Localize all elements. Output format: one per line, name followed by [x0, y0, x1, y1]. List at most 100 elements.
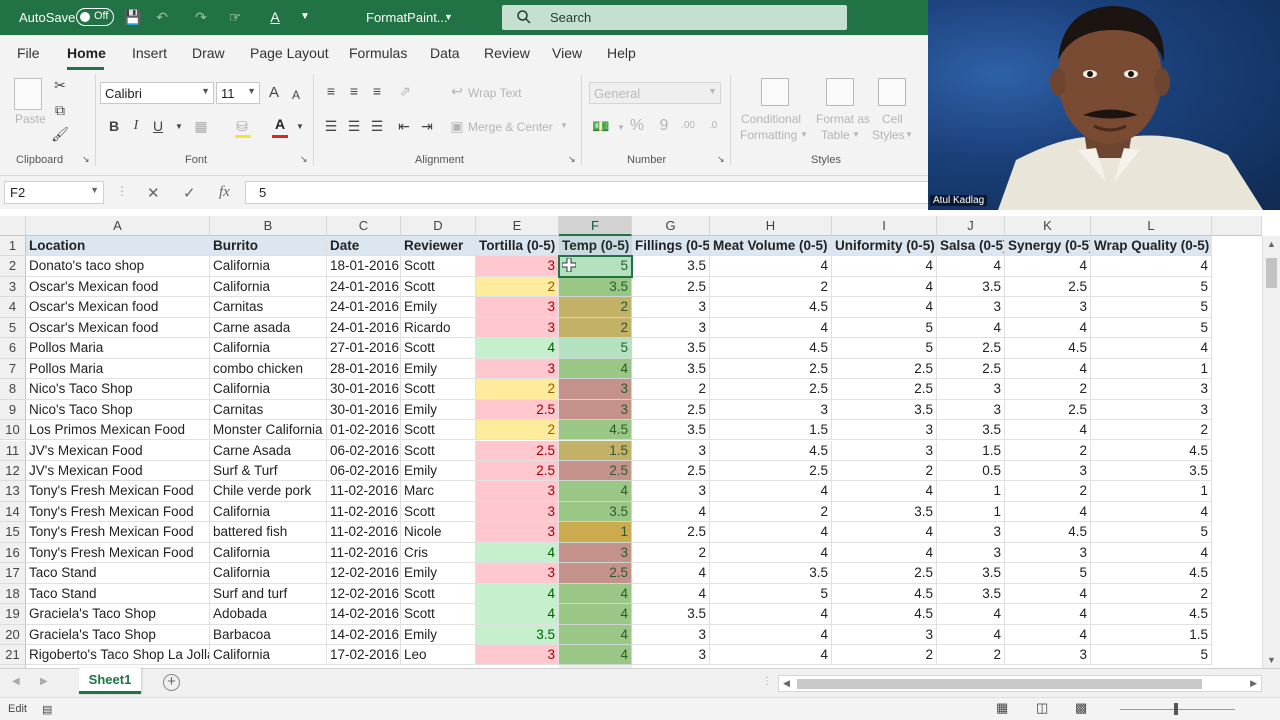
- table-cell[interactable]: battered fish: [210, 522, 327, 543]
- table-cell[interactable]: 4.5: [710, 338, 832, 359]
- format-as-table-icon[interactable]: [826, 78, 854, 106]
- table-cell[interactable]: Marc: [401, 481, 476, 502]
- merge-center-button[interactable]: Merge & Center: [468, 120, 553, 134]
- table-cell[interactable]: 3.5: [937, 583, 1005, 605]
- table-cell[interactable]: 3.5: [937, 420, 1005, 441]
- table-cell[interactable]: Scott: [401, 379, 476, 400]
- table-cell[interactable]: 14-02-2016: [327, 624, 401, 645]
- table-header-cell[interactable]: Synergy (0-5): [1005, 236, 1091, 257]
- table-cell[interactable]: Oscar's Mexican food: [26, 297, 210, 318]
- table-cell[interactable]: 4: [476, 542, 559, 564]
- table-cell[interactable]: 4: [1091, 256, 1212, 277]
- row-header[interactable]: 6: [0, 338, 26, 359]
- table-cell[interactable]: 3: [1005, 645, 1091, 666]
- wrap-text-icon[interactable]: ↩: [448, 82, 466, 100]
- column-header[interactable]: G: [632, 216, 710, 236]
- table-cell[interactable]: 4: [710, 256, 832, 277]
- table-cell[interactable]: 3.5: [632, 338, 710, 359]
- table-cell[interactable]: 2.5: [632, 460, 710, 482]
- table-header-cell[interactable]: Fillings (0-5): [632, 236, 710, 257]
- format-painter-icon[interactable]: 🖌: [51, 125, 69, 143]
- table-cell[interactable]: 2: [832, 645, 937, 666]
- formula-input[interactable]: 5: [245, 181, 928, 204]
- tab-formulas[interactable]: Formulas: [349, 45, 407, 61]
- table-cell[interactable]: 3: [832, 420, 937, 441]
- column-header[interactable]: K: [1005, 216, 1091, 236]
- align-middle-icon[interactable]: ≡: [345, 82, 363, 100]
- table-cell[interactable]: 4: [559, 583, 632, 605]
- table-cell[interactable]: 3: [937, 297, 1005, 318]
- table-cell[interactable]: Emily: [401, 297, 476, 318]
- table-cell[interactable]: 5: [1091, 297, 1212, 318]
- bold-button[interactable]: B: [105, 117, 123, 135]
- table-cell[interactable]: 4: [832, 297, 937, 318]
- table-cell[interactable]: Tony's Fresh Mexican Food: [26, 481, 210, 502]
- row-header[interactable]: 9: [0, 399, 26, 421]
- table-cell[interactable]: 4: [710, 522, 832, 543]
- table-cell[interactable]: Taco Stand: [26, 563, 210, 584]
- table-cell[interactable]: 11-02-2016: [327, 501, 401, 523]
- table-header-cell[interactable]: Reviewer: [401, 236, 476, 257]
- table-cell[interactable]: Taco Stand: [26, 583, 210, 605]
- align-right-icon[interactable]: ☰: [368, 117, 386, 135]
- table-cell[interactable]: 2.5: [1005, 276, 1091, 298]
- table-cell[interactable]: 2: [937, 645, 1005, 666]
- table-cell[interactable]: California: [210, 542, 327, 564]
- search-box[interactable]: Search: [502, 5, 847, 30]
- table-cell[interactable]: 3.5: [1091, 460, 1212, 482]
- table-cell[interactable]: 3.5: [632, 604, 710, 625]
- font-launcher-icon[interactable]: ↘: [300, 154, 308, 165]
- table-cell[interactable]: 4: [937, 256, 1005, 277]
- table-header-cell[interactable]: Salsa (0-5): [937, 236, 1005, 257]
- number-format-select[interactable]: General ▼: [589, 82, 721, 104]
- alignment-launcher-icon[interactable]: ↘: [568, 154, 576, 165]
- table-cell[interactable]: 4: [476, 338, 559, 359]
- table-cell[interactable]: 2.5: [710, 460, 832, 482]
- increase-font-icon[interactable]: A: [265, 84, 283, 102]
- table-cell[interactable]: 3: [710, 399, 832, 421]
- orientation-icon[interactable]: ⇗: [396, 82, 414, 100]
- table-cell[interactable]: 3.5: [937, 563, 1005, 584]
- table-cell[interactable]: 3: [476, 563, 559, 584]
- filename-dropdown-icon[interactable]: ▼: [444, 12, 453, 22]
- table-cell[interactable]: 3: [1005, 460, 1091, 482]
- table-cell[interactable]: Scott: [401, 604, 476, 625]
- table-header-cell[interactable]: Uniformity (0-5): [832, 236, 937, 257]
- table-cell[interactable]: 3.5: [559, 276, 632, 298]
- table-cell[interactable]: 5: [710, 583, 832, 605]
- table-cell[interactable]: 4: [937, 604, 1005, 625]
- row-header[interactable]: 15: [0, 522, 26, 543]
- table-cell[interactable]: 4.5: [1091, 440, 1212, 461]
- table-cell[interactable]: 11-02-2016: [327, 522, 401, 543]
- table-cell[interactable]: 4: [632, 583, 710, 605]
- table-cell[interactable]: 4: [476, 604, 559, 625]
- touch-mode-icon[interactable]: ☞: [226, 8, 244, 26]
- scroll-right-icon[interactable]: ▶: [1250, 678, 1257, 689]
- table-cell[interactable]: 3: [1091, 379, 1212, 400]
- table-cell[interactable]: 4: [1005, 604, 1091, 625]
- table-cell[interactable]: 2.5: [710, 358, 832, 380]
- table-cell[interactable]: Cris: [401, 542, 476, 564]
- worksheet-grid[interactable]: A B C D E F G H I J K L 1 Location Burrito Date Reviewer…: [0, 216, 1280, 668]
- table-cell[interactable]: 5: [1091, 276, 1212, 298]
- table-cell[interactable]: 3.5: [476, 624, 559, 645]
- table-header-cell[interactable]: Meat Volume (0-5): [710, 236, 832, 257]
- underline-button[interactable]: U: [149, 117, 167, 135]
- table-cell[interactable]: 30-01-2016: [327, 379, 401, 400]
- vertical-scrollbar[interactable]: ▲ ▼: [1262, 236, 1280, 668]
- table-cell[interactable]: 4: [710, 604, 832, 625]
- table-cell[interactable]: 30-01-2016: [327, 399, 401, 421]
- table-cell[interactable]: 4: [1005, 317, 1091, 339]
- table-cell[interactable]: 2: [1091, 583, 1212, 605]
- table-cell[interactable]: Chile verde pork: [210, 481, 327, 502]
- table-cell[interactable]: 4.5: [1091, 563, 1212, 584]
- table-cell[interactable]: 2.5: [559, 563, 632, 584]
- table-cell[interactable]: 4: [1005, 583, 1091, 605]
- fill-color-icon[interactable]: ⛁: [233, 117, 251, 135]
- table-cell[interactable]: 4: [710, 645, 832, 666]
- decrease-decimal-icon[interactable]: .0: [704, 117, 722, 135]
- wrap-text-button[interactable]: Wrap Text: [468, 86, 522, 100]
- table-header-cell[interactable]: Location: [26, 236, 210, 257]
- table-cell[interactable]: 01-02-2016: [327, 420, 401, 441]
- row-header[interactable]: 1: [0, 236, 26, 257]
